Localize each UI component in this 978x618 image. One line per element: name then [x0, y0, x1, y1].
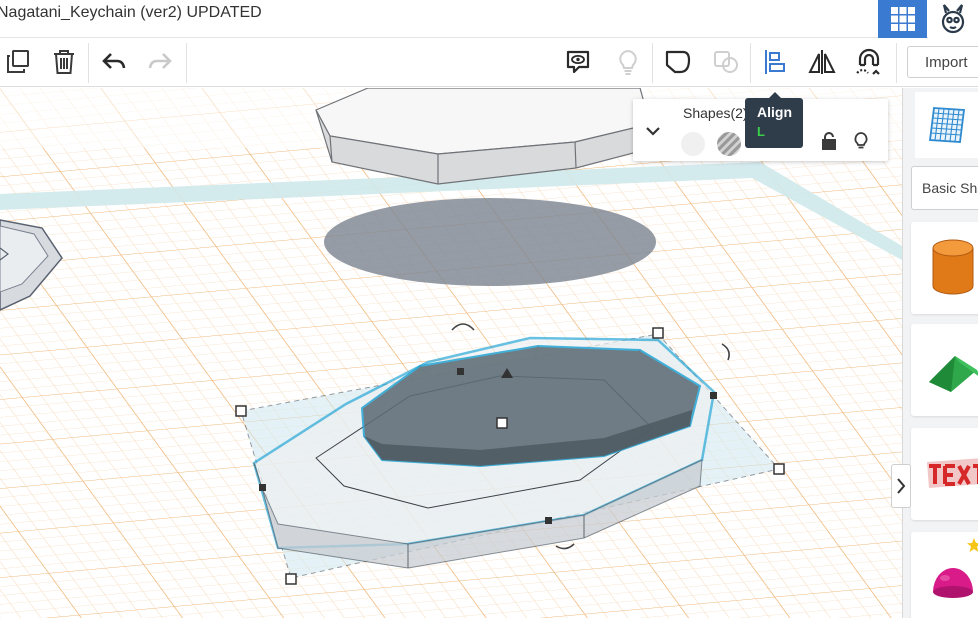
notes-icon [566, 50, 590, 74]
edge-handle [457, 368, 464, 375]
align-icon [765, 50, 785, 74]
inspector-title: Shapes(2) [683, 105, 748, 121]
chevron-right-icon [897, 478, 906, 494]
mirror-icon [808, 50, 836, 74]
edge-handle [545, 517, 552, 524]
tooltip-title: Align [757, 104, 792, 120]
resize-handle [285, 573, 297, 585]
shape-card-text[interactable] [911, 428, 978, 520]
toolbar-divider [652, 43, 653, 83]
lightbulb-icon [619, 49, 637, 75]
text-shape-icon [927, 458, 978, 488]
shape-category-select[interactable]: Basic Shapes [911, 166, 978, 210]
hole-swatch[interactable] [717, 132, 741, 156]
shape-card-half-sphere[interactable] [911, 532, 978, 618]
copy-icon [7, 50, 29, 73]
workplane-icon [928, 107, 965, 143]
shape-card-roof[interactable] [911, 324, 978, 416]
avatar-icon [941, 4, 965, 34]
trash-icon [54, 50, 74, 74]
workplane-canvas[interactable] [0, 88, 902, 618]
toolbar-divider [750, 43, 751, 83]
delete-button[interactable] [42, 39, 86, 85]
star-icon [967, 538, 978, 552]
undo-icon [102, 53, 126, 69]
resize-handle [652, 327, 664, 339]
lightbulb-button[interactable] [606, 39, 650, 85]
cylinder-icon [932, 239, 974, 295]
height-handle [496, 417, 508, 429]
avatar[interactable] [928, 0, 978, 38]
undo-button[interactable] [92, 39, 136, 85]
toolbar: Import [0, 39, 978, 87]
duplicate-button[interactable] [0, 39, 40, 85]
magnet-icon [856, 48, 880, 75]
chevron-down-icon[interactable] [645, 125, 661, 137]
group-icon [665, 50, 691, 74]
toolbar-divider [186, 43, 187, 83]
redo-button[interactable] [138, 39, 182, 85]
mirror-button[interactable] [800, 39, 844, 85]
toolbar-divider [88, 43, 89, 83]
workplane-viewport[interactable] [0, 88, 902, 618]
align-button[interactable] [752, 39, 796, 85]
grid-icon [890, 7, 915, 31]
project-title[interactable]: Nagatani_Keychain (ver2) UPDATED [0, 4, 262, 22]
resize-handle [773, 463, 785, 475]
import-button[interactable]: Import [907, 46, 978, 78]
notes-button[interactable] [556, 39, 600, 85]
tinkercad-editor: Nagatani_Keychain (ver2) UPDATED Import … [0, 0, 978, 618]
ungroup-icon [714, 51, 738, 73]
edge-handle [259, 484, 266, 491]
roof-icon [929, 356, 978, 392]
lightbulb-icon[interactable] [853, 131, 869, 151]
workplane-tool[interactable] [915, 92, 978, 158]
snap-button[interactable] [847, 39, 891, 85]
align-tooltip: Align L [745, 92, 803, 148]
shape-shadow [324, 198, 656, 286]
panel-collapse-tab[interactable] [891, 464, 911, 508]
ungroup-button[interactable] [704, 39, 748, 85]
shape-card-cylinder[interactable] [911, 222, 978, 314]
tooltip-shortcut: L [757, 124, 765, 139]
title-bar: Nagatani_Keychain (ver2) UPDATED [0, 0, 978, 38]
half-sphere-icon [933, 568, 973, 598]
group-button[interactable] [656, 39, 700, 85]
edge-handle [710, 392, 717, 399]
lock-icon[interactable] [821, 131, 837, 151]
redo-icon [148, 53, 172, 69]
toolbar-divider [896, 43, 897, 83]
solid-color-swatch[interactable] [681, 132, 705, 156]
grid-view-button[interactable] [878, 0, 927, 38]
resize-handle [235, 405, 247, 417]
